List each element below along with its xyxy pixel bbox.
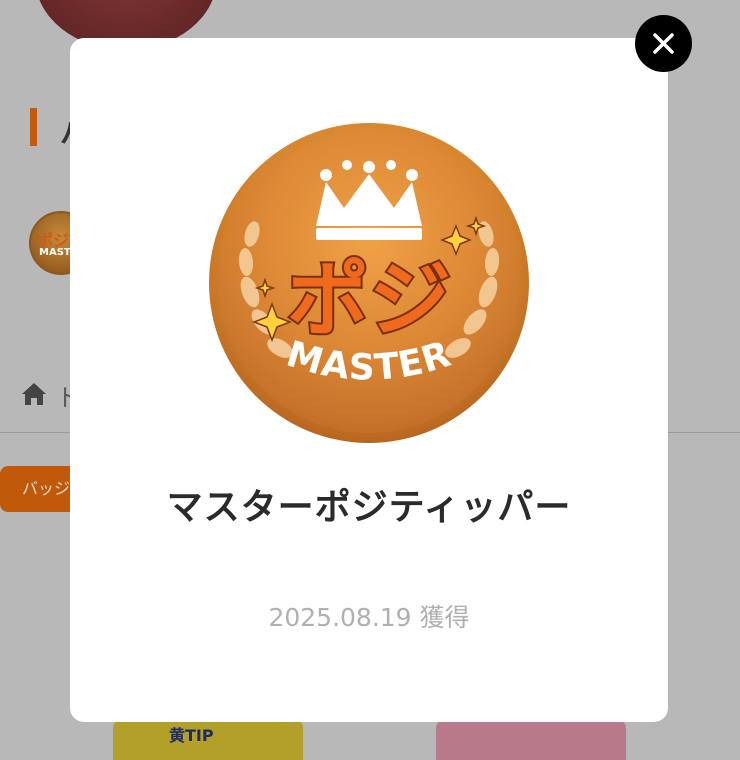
medal-logo-text: ポジ	[287, 253, 451, 348]
badge-card[interactable]	[436, 720, 626, 760]
acquired-date: 2025.08.19 獲得	[268, 603, 470, 632]
close-icon	[653, 33, 674, 54]
badge-card[interactable]: 黄TIP	[113, 720, 303, 760]
section-accent-bar	[30, 108, 37, 146]
close-button[interactable]	[635, 15, 692, 72]
home-icon[interactable]	[20, 380, 48, 408]
badge-name: マスターポジティッパー	[166, 487, 572, 528]
badge-card-label: 黄TIP	[169, 726, 214, 745]
badge-detail-modal: ポジ MASTER マスターポジティッパー 2025.08.19 獲得	[70, 38, 668, 722]
master-medal-icon: ポジ MASTER	[209, 123, 529, 443]
